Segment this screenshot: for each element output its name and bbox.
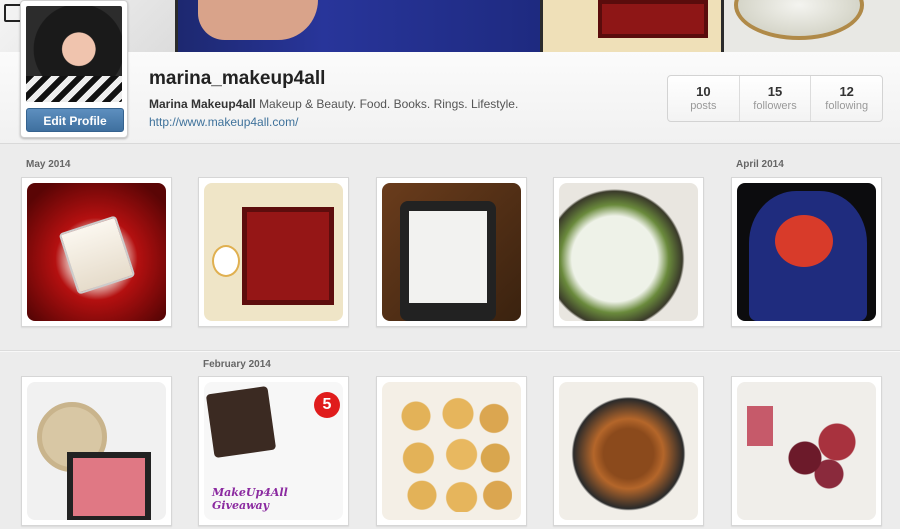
profile-header: Edit Profile marina_makeup4all Marina Ma… — [0, 0, 900, 144]
website-link[interactable]: http://www.makeup4all.com/ — [149, 115, 298, 129]
photo-thumbnail[interactable] — [198, 177, 349, 327]
stat-label: following — [825, 100, 869, 112]
stat-label: posts — [690, 100, 717, 112]
month-label: April 2014 — [736, 159, 784, 170]
profile-bio: Marina Makeup4all Makeup & Beauty. Food.… — [149, 97, 518, 111]
photo-thumbnail[interactable] — [553, 177, 704, 327]
banner-photo[interactable] — [543, 0, 721, 52]
photo-thumbnail[interactable] — [21, 177, 172, 327]
stat-value: 10 — [696, 84, 711, 99]
stat-value: 12 — [839, 84, 854, 99]
month-label: February 2014 — [203, 359, 271, 370]
bio-text: Makeup & Beauty. Food. Books. Rings. Lif… — [259, 97, 519, 111]
photo-thumbnail[interactable] — [731, 376, 882, 526]
stat-label: followers — [753, 100, 797, 112]
avatar[interactable] — [26, 6, 122, 102]
photo-thumbnail[interactable] — [731, 177, 882, 327]
photo-thumbnail[interactable] — [553, 376, 704, 526]
giveaway-number: 5 — [322, 396, 332, 413]
photo-thumbnail[interactable] — [376, 177, 527, 327]
full-name: Marina Makeup4all — [149, 97, 256, 111]
stat-posts[interactable]: 10 posts — [668, 76, 739, 121]
stat-value: 15 — [767, 84, 783, 99]
banner-photo[interactable] — [724, 0, 900, 52]
photo-thumbnail[interactable] — [21, 376, 172, 526]
month-label: May 2014 — [26, 159, 71, 170]
stat-followers[interactable]: 15 followers — [738, 76, 811, 121]
giveaway-caption: MakeUp4All Giveaway — [212, 486, 288, 512]
profile-stats: 10 posts 15 followers 12 following — [667, 75, 883, 122]
avatar-card: Edit Profile — [20, 0, 128, 138]
stat-following[interactable]: 12 following — [810, 76, 882, 121]
banner-photo[interactable] — [178, 0, 540, 52]
photo-thumbnail[interactable] — [376, 376, 527, 526]
section-divider — [0, 350, 900, 352]
header-banner — [0, 0, 900, 52]
edit-profile-button[interactable]: Edit Profile — [26, 108, 124, 132]
username: marina_makeup4all — [149, 68, 326, 89]
photo-thumbnail[interactable]: 5 MakeUp4All Giveaway — [198, 376, 349, 526]
